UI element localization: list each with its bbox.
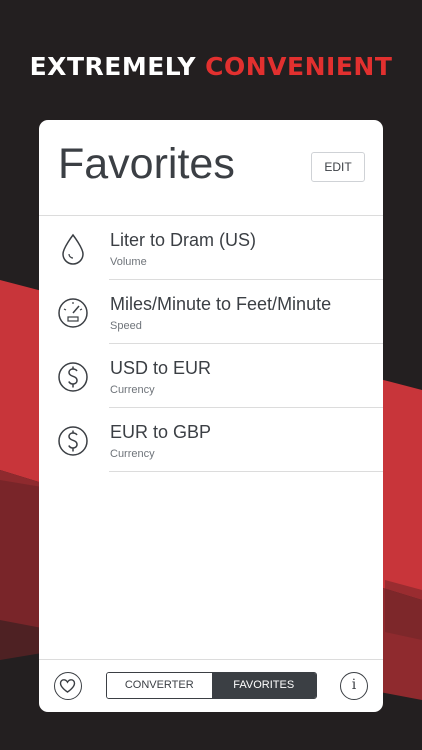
list-item[interactable]: Liter to Dram (US) Volume — [39, 216, 383, 280]
favorite-name: USD to EUR — [110, 358, 212, 378]
heart-icon — [59, 679, 76, 693]
heart-button[interactable] — [54, 672, 82, 700]
favorite-category: Speed — [110, 320, 142, 332]
favorites-list: Liter to Dram (US) Volume Miles/Minute t… — [39, 216, 383, 472]
info-button[interactable]: i — [340, 672, 368, 700]
bottom-toolbar: CONVERTER FAVORITES i — [39, 659, 383, 712]
headline-part2: CONVENIENT — [205, 52, 393, 81]
mode-segmented-control: CONVERTER FAVORITES — [106, 672, 317, 699]
headline-part1: EXTREMELY — [29, 52, 196, 81]
dollar-coin-icon — [58, 426, 88, 456]
favorite-name: Liter to Dram (US) — [110, 230, 257, 250]
headline: EXTREMELY CONVENIENT — [0, 52, 422, 81]
tab-favorites[interactable]: FAVORITES — [211, 673, 316, 698]
app-card: Favorites EDIT Liter to Dram (US) Volume… — [39, 120, 383, 712]
dollar-coin-icon — [58, 362, 88, 392]
list-item[interactable]: EUR to GBP Currency — [39, 408, 383, 472]
favorite-name: EUR to GBP — [110, 422, 212, 442]
card-header: Favorites EDIT — [39, 120, 383, 216]
drop-icon — [62, 233, 84, 265]
info-icon: i — [351, 677, 357, 693]
favorite-category: Volume — [110, 256, 147, 268]
favorite-name: Miles/Minute to Feet/Minute — [110, 294, 332, 314]
list-item[interactable]: USD to EUR Currency — [39, 344, 383, 408]
edit-button[interactable]: EDIT — [311, 152, 365, 182]
favorite-category: Currency — [110, 384, 155, 396]
divider — [109, 471, 383, 472]
page-title: Favorites — [58, 140, 235, 188]
tab-converter[interactable]: CONVERTER — [107, 673, 212, 698]
speedometer-icon — [58, 298, 88, 328]
list-item[interactable]: Miles/Minute to Feet/Minute Speed — [39, 280, 383, 344]
favorite-category: Currency — [110, 448, 155, 460]
